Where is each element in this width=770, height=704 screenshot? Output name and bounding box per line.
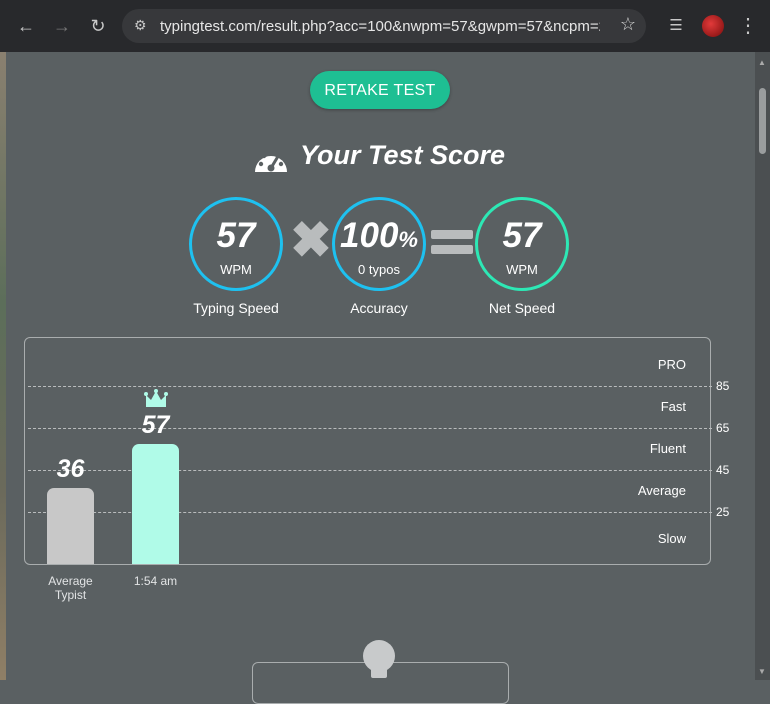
scroll-up-icon[interactable]: ▲ <box>758 58 766 67</box>
chart-category-label: Average Typist <box>48 574 93 602</box>
chart-gridline <box>28 385 712 387</box>
speed-chart-frame <box>24 337 711 565</box>
kebab-menu-icon[interactable]: ⋮ <box>736 14 760 38</box>
forward-arrow-icon[interactable]: → <box>50 14 74 38</box>
page-scrollbar[interactable]: ▲ ▼ <box>755 52 770 680</box>
chart-level-label: PRO <box>657 356 686 372</box>
chart-gridline <box>28 511 712 513</box>
chart-gridline <box>28 469 712 471</box>
browser-toolbar: ← → ↻ ⚙ typingtest.com/result.php?acc=10… <box>0 0 770 52</box>
typing-speed-circle: 57 WPM <box>189 197 283 291</box>
net-speed-unit: WPM <box>506 262 538 277</box>
crown-icon <box>143 389 168 408</box>
scroll-thumb[interactable] <box>759 88 766 154</box>
chart-category-label: 1:54 am <box>133 574 178 588</box>
typing-speed-label: Typing Speed <box>193 300 279 316</box>
chart-level-label: Slow <box>657 530 686 546</box>
chart-level-label: Fast <box>660 398 686 414</box>
chart-y-tick-label: 65 <box>716 420 730 435</box>
lightbulb-icon <box>363 640 395 678</box>
chart-level-label: Fluent <box>649 440 686 456</box>
typing-speed-unit: WPM <box>220 262 252 277</box>
chart-level-label: Average <box>637 482 686 498</box>
bookmark-star-icon[interactable]: ☆ <box>620 14 636 35</box>
accuracy-value: 100% <box>340 216 418 255</box>
site-settings-icon[interactable]: ⚙ <box>134 17 147 34</box>
profile-avatar-icon[interactable] <box>702 15 724 37</box>
accuracy-typos: 0 typos <box>358 262 400 277</box>
page-title: Your Test Score <box>300 140 506 170</box>
net-speed-label: Net Speed <box>488 300 556 316</box>
chart-bar <box>132 444 179 564</box>
url-text[interactable]: typingtest.com/result.php?acc=100&nwpm=5… <box>160 18 600 35</box>
accuracy-label: Accuracy <box>350 300 408 316</box>
accuracy-circle: 100% 0 typos <box>332 197 426 291</box>
retake-test-button[interactable]: RETAKE TEST <box>310 71 450 109</box>
chart-y-tick-label: 45 <box>716 462 730 477</box>
chart-bar <box>47 488 94 564</box>
background-window-strip <box>0 52 6 680</box>
chart-bar-value-label: 57 <box>141 411 170 440</box>
scroll-down-icon[interactable]: ▼ <box>758 667 766 676</box>
speedometer-icon <box>255 150 287 172</box>
address-bar[interactable]: ⚙ typingtest.com/result.php?acc=100&nwpm… <box>122 9 646 43</box>
chart-y-tick-label: 25 <box>716 504 730 519</box>
net-speed-circle: 57 WPM <box>475 197 569 291</box>
net-speed-value: 57 <box>502 216 542 255</box>
typing-speed-value: 57 <box>216 216 256 255</box>
back-arrow-icon[interactable]: ← <box>14 14 38 38</box>
chart-bar-value-label: 36 <box>56 455 85 484</box>
equals-icon <box>431 230 473 254</box>
accuracy-percent-sign: % <box>398 227 418 252</box>
reload-icon[interactable]: ↻ <box>86 14 110 38</box>
media-control-icon[interactable]: ☰ <box>664 14 688 38</box>
chart-y-tick-label: 85 <box>716 378 730 393</box>
multiply-icon: ✖ <box>290 212 332 268</box>
